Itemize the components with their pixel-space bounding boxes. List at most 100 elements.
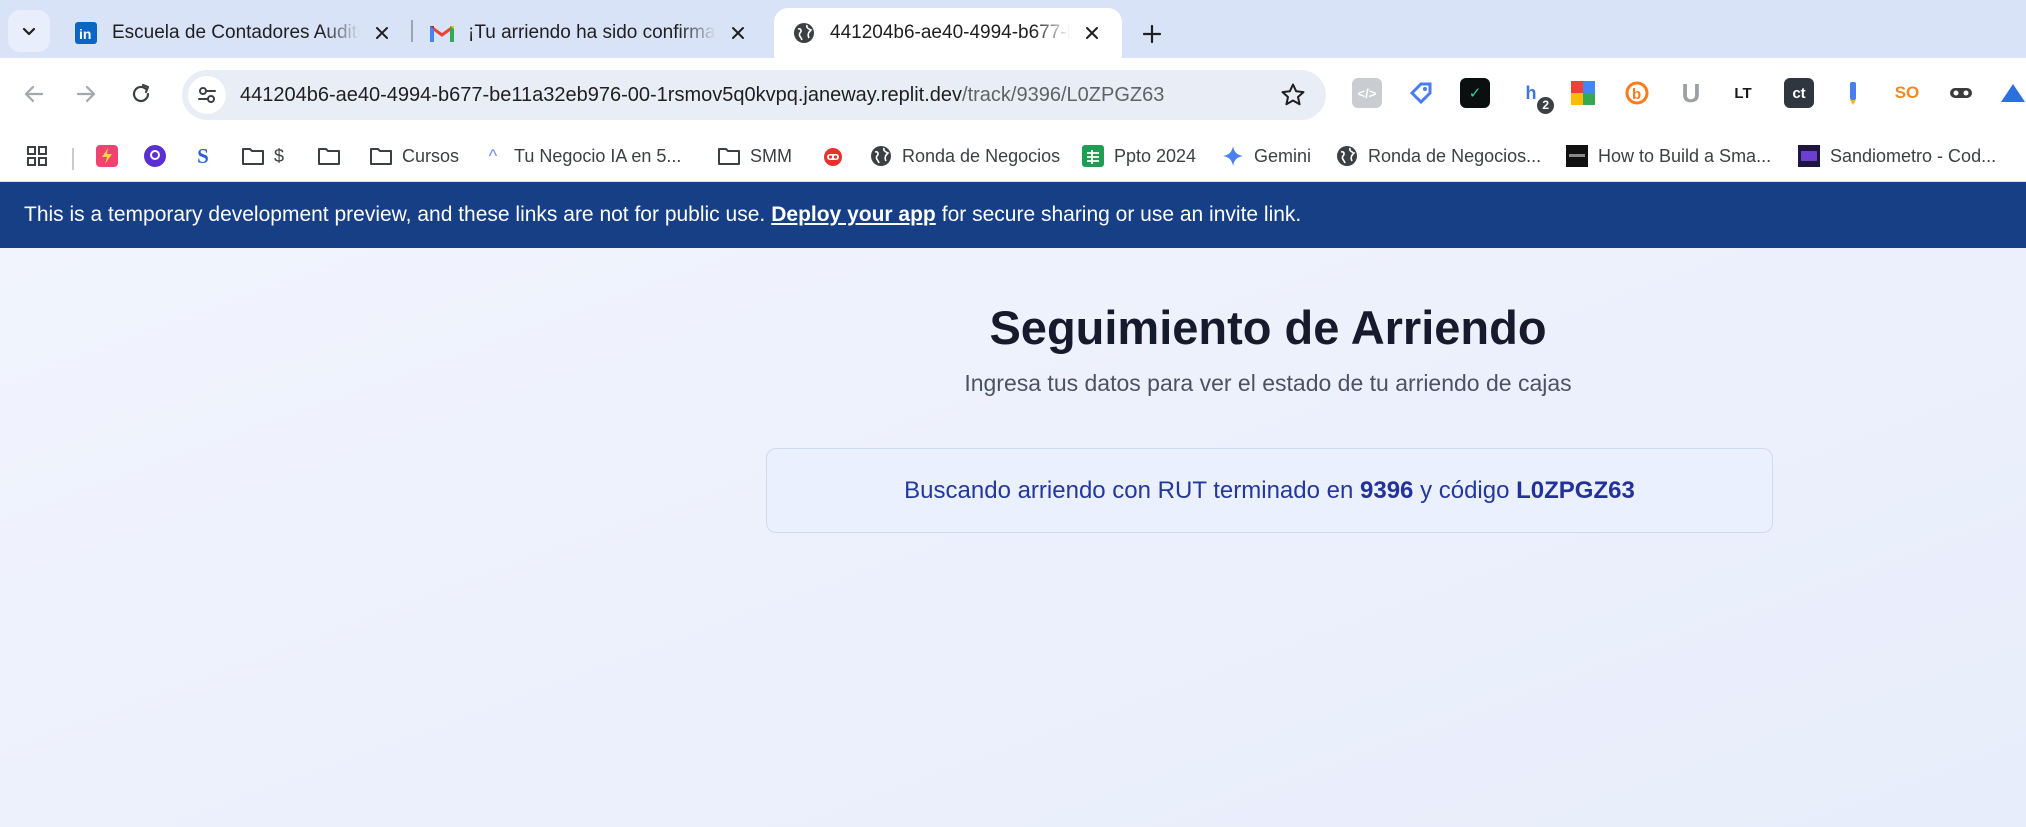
- url-path: /track/9396/L0ZPGZ63: [962, 83, 1165, 106]
- b-circle-icon[interactable]: b: [1622, 78, 1652, 108]
- gemini-sparkle-icon: [1222, 145, 1244, 167]
- folder-icon: [318, 145, 340, 167]
- so-icon[interactable]: SO: [1892, 78, 1922, 108]
- reload-icon: [132, 83, 150, 103]
- url-host: 441204b6-ae40-4994-b677-be11a32eb976-00-…: [240, 83, 963, 106]
- bookmark-folder-cursos[interactable]: Cursos: [370, 138, 459, 174]
- video-thumb-icon: [1798, 145, 1820, 167]
- close-icon[interactable]: [1080, 21, 1104, 45]
- deploy-app-link[interactable]: Deploy your app: [771, 203, 936, 227]
- bookmark-label: How to Build a Sma...: [1598, 145, 1772, 166]
- arrow-left-icon: [24, 85, 44, 103]
- bookmark-folder[interactable]: [318, 138, 350, 174]
- bookmark-ronda-2[interactable]: Ronda de Negocios...: [1336, 138, 1541, 174]
- pen-icon[interactable]: [1838, 78, 1868, 108]
- bolt-app-icon: [96, 145, 118, 167]
- search-status-middle: y código: [1420, 476, 1510, 504]
- page-subtitle: Ingresa tus datos para ver el estado de …: [964, 370, 1572, 396]
- banner-text-before: This is a temporary development preview,…: [24, 203, 766, 226]
- extension-badge: 2: [1537, 97, 1554, 114]
- folder-icon: [242, 145, 264, 167]
- s-logo-icon: S: [197, 143, 209, 168]
- bookmark-robot[interactable]: [822, 138, 854, 174]
- u-icon[interactable]: U: [1676, 78, 1706, 108]
- caret-icon: ^: [488, 145, 498, 166]
- bookmark-bolt[interactable]: [96, 138, 128, 174]
- bookmark-folder-smm[interactable]: SMM: [718, 138, 792, 174]
- plus-icon: [1142, 24, 1162, 44]
- linkedin-icon: in: [74, 21, 98, 45]
- location-pin-icon: [144, 145, 166, 167]
- code-icon[interactable]: </>: [1352, 78, 1382, 108]
- tab-linkedin[interactable]: in Escuela de Contadores Auditores: [56, 8, 412, 58]
- tab-title: 441204b6-ae40-4994-b677-be11a32eb976: [830, 22, 1070, 43]
- bookmark-label: Ronda de Negocios...: [1368, 145, 1542, 166]
- bookmark-label: Ppto 2024: [1114, 145, 1197, 166]
- address-bar[interactable]: 441204b6-ae40-4994-b677-be11a32eb976-00-…: [182, 70, 1326, 120]
- bookmark-label: Sandiometro - Cod...: [1830, 145, 1997, 166]
- ct-icon[interactable]: ct: [1784, 78, 1814, 108]
- bookmark-apps[interactable]: [26, 138, 58, 174]
- close-icon[interactable]: [370, 21, 394, 45]
- back-button[interactable]: [14, 74, 54, 114]
- svg-text:in: in: [79, 26, 91, 42]
- apps-grid-icon: [26, 145, 48, 167]
- bookmark-folder-dollar[interactable]: $: [242, 138, 284, 174]
- bookmark-gemini[interactable]: Gemini: [1222, 138, 1311, 174]
- hub-icon[interactable]: h2: [1516, 78, 1554, 114]
- tab-search-button[interactable]: [8, 10, 50, 52]
- url-text[interactable]: 441204b6-ae40-4994-b677-be11a32eb976-00-…: [240, 84, 1164, 107]
- bookmark-label: Cursos: [402, 145, 460, 166]
- bookmark-pin[interactable]: [144, 138, 176, 174]
- bookmark-star-icon[interactable]: [1280, 82, 1306, 108]
- folder-icon: [718, 145, 740, 167]
- checkmark-icon[interactable]: ✓: [1460, 78, 1490, 108]
- mountain-icon[interactable]: [1998, 78, 2026, 108]
- sheets-icon: [1082, 145, 1104, 167]
- tab-replit-preview[interactable]: 441204b6-ae40-4994-b677-be11a32eb976: [774, 8, 1122, 58]
- browser-toolbar: 441204b6-ae40-4994-b677-be11a32eb976-00-…: [0, 58, 2026, 130]
- banner-text-after: for secure sharing or use an invite link…: [941, 203, 1302, 226]
- search-status-card: Buscando arriendo con RUT terminado en 9…: [766, 448, 1773, 533]
- bookmarks-divider: [72, 148, 74, 170]
- tab-title: Escuela de Contadores Auditores: [112, 22, 360, 43]
- bookmarks-bar: S $ Cursos ^ Tu Negocio IA en 5... SMM R…: [0, 130, 2026, 182]
- search-status-prefix: Buscando arriendo con RUT terminado en: [904, 476, 1354, 504]
- globe-icon: [792, 21, 816, 45]
- bookmark-label: Ronda de Negocios: [902, 145, 1061, 166]
- gmail-icon: [430, 21, 454, 45]
- svg-text:b: b: [1632, 86, 1641, 103]
- close-icon[interactable]: [726, 21, 750, 45]
- page-content: Seguimiento de Arriendo Ingresa tus dato…: [0, 248, 2026, 827]
- arrow-right-icon: [76, 85, 96, 103]
- rut-suffix: 9396: [1360, 476, 1414, 504]
- bookmark-label: Tu Negocio IA en 5...: [514, 145, 682, 166]
- bookmark-ppto[interactable]: Ppto 2024: [1082, 138, 1196, 174]
- reload-button[interactable]: [121, 74, 161, 114]
- tune-icon: [198, 87, 216, 103]
- bookmark-ronda[interactable]: Ronda de Negocios: [870, 138, 1060, 174]
- google-icon[interactable]: [1568, 78, 1598, 108]
- folder-icon: [370, 145, 392, 167]
- page-title: Seguimiento de Arriendo: [989, 301, 1547, 354]
- bookmark-s[interactable]: S: [192, 138, 224, 174]
- mask-icon[interactable]: [1946, 78, 1976, 108]
- chevron-down-icon: [22, 27, 36, 36]
- video-thumb-icon: [1566, 145, 1588, 167]
- tag-icon[interactable]: [1406, 78, 1436, 108]
- bookmark-how-to-build[interactable]: How to Build a Sma...: [1566, 138, 1771, 174]
- rental-code: L0ZPGZ63: [1516, 476, 1635, 504]
- robot-icon: [822, 145, 844, 167]
- lt-icon[interactable]: LT: [1728, 78, 1758, 108]
- bookmark-tu-negocio[interactable]: ^ Tu Negocio IA en 5...: [482, 138, 682, 174]
- globe-icon: [1336, 145, 1358, 167]
- new-tab-button[interactable]: [1132, 14, 1172, 54]
- bookmark-sandiometro[interactable]: Sandiometro - Cod...: [1798, 138, 1996, 174]
- site-settings-button[interactable]: [188, 76, 226, 114]
- forward-button[interactable]: [66, 74, 106, 114]
- bookmark-label: Gemini: [1254, 145, 1312, 166]
- tab-gmail[interactable]: ¡Tu arriendo ha sido confirmado!: [412, 8, 768, 58]
- globe-icon: [870, 145, 892, 167]
- bookmark-label: SMM: [750, 145, 792, 166]
- bookmark-label: $: [274, 145, 285, 166]
